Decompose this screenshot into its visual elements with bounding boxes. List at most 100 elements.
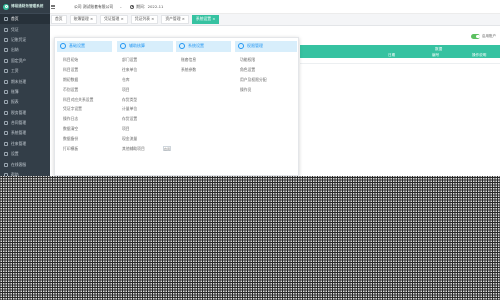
sidebar-item-label: 首页: [11, 16, 19, 22]
menu-item[interactable]: 往来单位: [122, 67, 145, 77]
sidebar-item[interactable]: 凭证: [0, 24, 50, 34]
tab[interactable]: 系统设置 ×: [191, 15, 220, 24]
menu-column-permissions: 功能权限 角色设置 用户及权限分配 操作员: [240, 57, 267, 97]
sidebar-item-label: 帮助: [11, 172, 19, 176]
nav-item-icon: [4, 48, 8, 53]
enable-button[interactable]: 启用: [163, 146, 171, 151]
menu-item[interactable]: 仓库: [122, 77, 145, 87]
menu-header-permissions: 权限管理: [235, 41, 297, 52]
top-bar: 公司 测试账套有限公司 ⌄ 期间：2022-11: [50, 0, 500, 14]
menu-header-system-settings: 系统设置: [176, 41, 231, 52]
menu-column-basic-settings: 科目初始 科目设置 期初数据 币别设置 科目对应关系设置 凭证字设置 操作日志 数据清空 数据备…: [63, 57, 93, 156]
gear-icon: [179, 43, 185, 50]
tab[interactable]: 账簿管理 ×: [69, 15, 98, 24]
tab[interactable]: 凭证列表 ×: [130, 15, 159, 24]
menu-item[interactable]: 系统参数: [181, 67, 196, 77]
sidebar-item[interactable]: 系统管理: [0, 128, 50, 138]
logo-text: 博易通财务管理系统: [11, 4, 44, 8]
menu-header-basic-settings: 基础设置: [57, 41, 112, 52]
menu-item[interactable]: 打印模板: [63, 146, 93, 156]
sidebar-item[interactable]: 首页: [0, 14, 50, 25]
sidebar-item[interactable]: 报表: [0, 97, 50, 107]
menu-item[interactable]: 项目: [122, 126, 145, 136]
table-header: 数据 日期 编号 操作说明: [300, 45, 500, 58]
settings-icon: [60, 43, 66, 50]
tab[interactable]: 凭证管理 ×: [100, 15, 128, 24]
sidebar-item-label: 期末处理: [11, 78, 27, 84]
clock-icon: [130, 4, 135, 9]
sidebar-item[interactable]: 往来管理: [0, 139, 50, 149]
logo-icon: [3, 3, 9, 10]
menu-item[interactable]: 用户及权限分配: [240, 77, 267, 87]
sidebar-item[interactable]: 出纳: [0, 45, 50, 55]
sidebar-nav: 首页凭证记账凭证出纳固定资产工资期末处理账簿报表税务管理合同管理系统管理往来管理…: [0, 14, 50, 176]
menu-item[interactable]: 科目对应关系设置: [63, 97, 93, 107]
sidebar-item-label: 账簿: [11, 88, 19, 94]
nav-item-icon: [4, 110, 8, 115]
sidebar-item[interactable]: 在线客服: [0, 159, 50, 169]
tab[interactable]: 首页: [51, 15, 67, 24]
menu-item[interactable]: 操作日志: [63, 116, 93, 126]
menu-item[interactable]: 账套信息: [181, 57, 196, 67]
menu-item[interactable]: 操作员: [240, 87, 267, 97]
menu-item[interactable]: 科目初始: [63, 57, 93, 67]
menu-item[interactable]: 数据备份: [63, 136, 93, 146]
settings-dropdown-menu: 基础设置 辅助核算 系统设置 权限管理 科目初始 科目设置 期初数据 币别设置 科目对应…: [54, 37, 299, 176]
grid-icon: [120, 43, 126, 50]
sidebar-item[interactable]: 工资: [0, 66, 50, 76]
menu-item[interactable]: 币别设置: [63, 87, 93, 97]
nav-item-icon: [4, 152, 8, 157]
sidebar: 博易通财务管理系统 首页凭证记账凭证出纳固定资产工资期末处理账簿报表税务管理合同…: [0, 0, 50, 176]
menu-column-system-settings: 账套信息 系统参数: [181, 57, 196, 77]
tab[interactable]: 资产管理 ×: [161, 15, 189, 24]
table-group-header: 数据: [435, 47, 443, 51]
chevron-down-icon[interactable]: ⌄: [119, 5, 122, 9]
table-row: [300, 58, 500, 64]
period-selector[interactable]: 期间：2022-11: [136, 4, 163, 10]
nav-item-icon: [4, 17, 8, 22]
menu-item[interactable]: 项目: [122, 87, 145, 97]
sidebar-item-label: 往来管理: [11, 140, 27, 146]
sidebar-item[interactable]: 期末处理: [0, 76, 50, 86]
sidebar-item[interactable]: 记账凭证: [0, 35, 50, 45]
nav-item-icon: [4, 162, 8, 167]
sidebar-item-label: 凭证: [11, 26, 19, 32]
nav-item-icon: [4, 58, 8, 63]
sidebar-item-label: 固定资产: [11, 57, 27, 63]
sidebar-item-label: 设置: [11, 151, 19, 157]
menu-item[interactable]: 科目设置: [63, 67, 93, 77]
menu-item[interactable]: 现金流量: [122, 136, 145, 146]
tab-bar: 首页 账簿管理 × 凭证管理 × 凭证列表 × 资产管理 × 系统设置 ×: [50, 14, 500, 26]
app-window: 博易通财务管理系统 首页凭证记账凭证出纳固定资产工资期末处理账簿报表税务管理合同…: [0, 0, 500, 176]
toggle-label: 启用账户: [482, 34, 496, 38]
sidebar-item-label: 记账凭证: [11, 36, 27, 42]
sidebar-item[interactable]: 帮助: [0, 170, 50, 176]
sidebar-item[interactable]: 合同管理: [0, 118, 50, 128]
sidebar-item-label: 税务管理: [11, 109, 27, 115]
sidebar-item-label: 工资: [11, 68, 19, 74]
menu-item[interactable]: 角色设置: [240, 67, 267, 77]
menu-item[interactable]: 其他辅助项目: [122, 146, 145, 156]
menu-item[interactable]: 存货设置: [122, 116, 145, 126]
nav-item-icon: [4, 173, 8, 176]
menu-item[interactable]: 凭证字设置: [63, 106, 93, 116]
sidebar-item[interactable]: 设置: [0, 149, 50, 159]
menu-item[interactable]: 期初数据: [63, 77, 93, 87]
enable-account-toggle[interactable]: [471, 34, 480, 39]
menu-item[interactable]: 功能权限: [240, 57, 267, 67]
nav-item-icon: [4, 131, 8, 136]
company-selector[interactable]: 公司 测试账套有限公司: [74, 4, 113, 10]
sidebar-item[interactable]: 税务管理: [0, 108, 50, 118]
menu-item[interactable]: 存货类型: [122, 97, 145, 107]
menu-item[interactable]: 数据清空: [63, 126, 93, 136]
sidebar-item-label: 系统管理: [11, 130, 27, 136]
menu-item[interactable]: 计量单位: [122, 106, 145, 116]
sidebar-item[interactable]: 固定资产: [0, 56, 50, 66]
nav-item-icon: [4, 69, 8, 74]
sidebar-item-label: 出纳: [11, 47, 19, 53]
menu-item[interactable]: 部门设置: [122, 57, 145, 67]
menu-toggle-icon[interactable]: [50, 0, 58, 14]
sidebar-item-label: 在线客服: [11, 161, 27, 167]
sidebar-item[interactable]: 账簿: [0, 87, 50, 97]
sidebar-item-label: 报表: [11, 99, 19, 105]
